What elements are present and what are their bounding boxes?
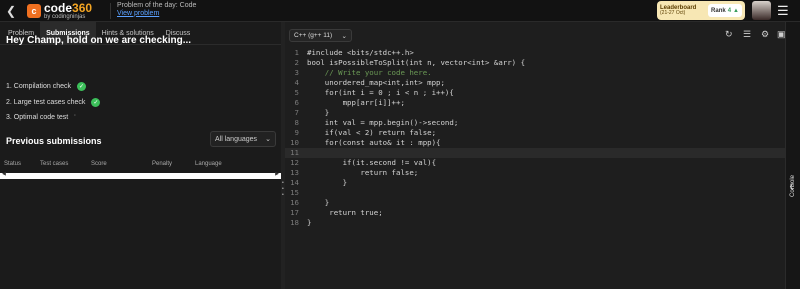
- top-bar: ❮ c code360 by codingninjas Problem of t…: [0, 0, 800, 22]
- left-panel: Problem Submissions Hints & solutions Di…: [0, 21, 281, 289]
- console-side-panel[interactable]: [785, 22, 800, 289]
- code-text: if(it.second != val){: [307, 158, 437, 167]
- code-text: mpp[arr[i]]++;: [307, 98, 405, 107]
- check-optimal-code: 3. Optimal code test ’: [6, 114, 76, 121]
- code-line[interactable]: 18}: [285, 218, 785, 228]
- code-text: }: [307, 218, 312, 227]
- check-compilation: 1. Compilation check ✓: [6, 82, 86, 91]
- code-line[interactable]: 3 // Write your code here.: [285, 68, 785, 78]
- code-area[interactable]: 1 #include <bits/stdc++.h> 2 bool isPossib…: [285, 48, 785, 228]
- rank-up-icon: ▲: [733, 7, 739, 14]
- code-line[interactable]: 2 bool isPossibleToSplit(int n, vector<in…: [285, 58, 785, 68]
- code-text: for(int i = 0 ; i < n ; i++){: [307, 88, 454, 97]
- code-line[interactable]: 12 if(it.second != val){: [285, 158, 785, 168]
- code-text: return true;: [307, 208, 383, 217]
- logo-number: 360: [72, 1, 93, 15]
- code-text: int val = mpp.begin()->second;: [307, 118, 459, 127]
- code-line[interactable]: 8 int val = mpp.begin()->second;: [285, 118, 785, 128]
- column-status: Status: [4, 161, 22, 167]
- code-line[interactable]: 1 #include <bits/stdc++.h>: [285, 48, 785, 58]
- code-line[interactable]: 6 mpp[arr[i]]++;: [285, 98, 785, 108]
- code-line[interactable]: 4 unordered_map<int,int> mpp;: [285, 78, 785, 88]
- editor-toolbar: C++ (g++ 11) ⌄ ↻ ☰ ⚙ ▣: [285, 22, 786, 48]
- code-text: }: [307, 178, 348, 187]
- code-text: return false;: [307, 168, 419, 177]
- code-text: // Write your code here.: [307, 68, 432, 77]
- leaderboard-dates: (21-27 Oct): [660, 10, 686, 16]
- drag-handle-icon[interactable]: •: [282, 192, 284, 198]
- checking-heading: Hey Champ, hold on we are checking...: [6, 35, 192, 46]
- horizontal-scrollbar[interactable]: ◀ ▶: [0, 171, 281, 179]
- code-text: }: [307, 108, 330, 117]
- language-filter-select[interactable]: All languages ⌄: [210, 131, 276, 147]
- code-line[interactable]: 9 if(val < 2) return false;: [285, 128, 785, 138]
- code-line[interactable]: 14 }: [285, 178, 785, 188]
- code-line[interactable]: 5 for(int i = 0 ; i < n ; i++){: [285, 88, 785, 98]
- column-test-cases: Test cases: [40, 161, 69, 167]
- language-filter-value: All languages: [215, 135, 258, 143]
- code-line[interactable]: 16 }: [285, 198, 785, 208]
- code360-logo[interactable]: c code360 by codingninjas: [27, 2, 92, 20]
- code-text: unordered_map<int,int> mpp;: [307, 78, 445, 87]
- leaderboard-card[interactable]: Leaderboard (21-27 Oct) Rank 4 ▲: [657, 1, 745, 20]
- logo-subtitle: by codingninjas: [44, 14, 86, 20]
- scroll-right-icon[interactable]: ▶: [275, 171, 279, 177]
- check-label: 3. Optimal code test: [6, 114, 69, 121]
- potd-title: Problem of the day: Code: [117, 2, 197, 9]
- rank-pill: Rank 4 ▲: [708, 4, 742, 17]
- settings-gear-icon[interactable]: ⚙: [761, 30, 769, 39]
- code-line[interactable]: 15: [285, 188, 785, 198]
- column-penalty: Penalty: [152, 161, 173, 167]
- avatar[interactable]: [752, 1, 771, 20]
- previous-submissions-title: Previous submissions: [6, 136, 102, 146]
- check-passed-icon: ✓: [76, 82, 86, 91]
- code-text: for(const auto& it : mpp){: [307, 138, 441, 147]
- view-problem-link[interactable]: View problem: [117, 10, 196, 18]
- logo-badge: c: [27, 4, 41, 18]
- list-icon[interactable]: ☰: [743, 30, 751, 39]
- rank-label: Rank: [711, 7, 726, 14]
- editor-language-value: C++ (g++ 11): [294, 32, 333, 39]
- check-label: 2. Large test cases check: [6, 99, 86, 106]
- console-toggle[interactable]: Console: [790, 175, 796, 197]
- scroll-left-icon[interactable]: ◀: [2, 171, 6, 177]
- code-editor: C++ (g++ 11) ⌄ ↻ ☰ ⚙ ▣ 1 #include <bits/s…: [285, 22, 786, 289]
- code-line-current[interactable]: 11: [285, 148, 785, 158]
- code-text: if(val < 2) return false;: [307, 128, 437, 137]
- column-score: Score: [91, 161, 107, 167]
- column-language: Language: [195, 161, 222, 167]
- editor-language-select[interactable]: C++ (g++ 11) ⌄: [289, 29, 352, 42]
- reset-code-icon[interactable]: ↻: [725, 30, 733, 39]
- rank-value: 4: [727, 7, 732, 14]
- code-text: bool isPossibleToSplit(int n, vector<int…: [307, 58, 526, 67]
- code-line[interactable]: 13 return false;: [285, 168, 785, 178]
- code-line[interactable]: 7 }: [285, 108, 785, 118]
- code-line[interactable]: 10 for(const auto& it : mpp){: [285, 138, 785, 148]
- loading-spinner-icon: ’: [74, 114, 76, 121]
- check-label: 1. Compilation check: [6, 83, 71, 90]
- problem-of-the-day: Problem of the day: Code View problem: [117, 2, 196, 17]
- chevron-down-icon: ⌄: [341, 32, 347, 40]
- back-arrow-icon[interactable]: ❮: [6, 4, 20, 18]
- chevron-down-icon: ⌄: [265, 136, 271, 143]
- submissions-table-header: Status Test cases Score Penalty Language: [0, 160, 281, 172]
- code-text: }: [307, 198, 330, 207]
- hamburger-menu-icon[interactable]: ☰: [777, 4, 789, 17]
- check-large-test-cases: 2. Large test cases check ✓: [6, 98, 101, 107]
- code-line[interactable]: 17 return true;: [285, 208, 785, 218]
- header-divider: [110, 3, 111, 19]
- code-text: #include <bits/stdc++.h>: [307, 48, 414, 57]
- check-passed-icon: ✓: [91, 98, 101, 107]
- logo-word: code: [44, 1, 73, 15]
